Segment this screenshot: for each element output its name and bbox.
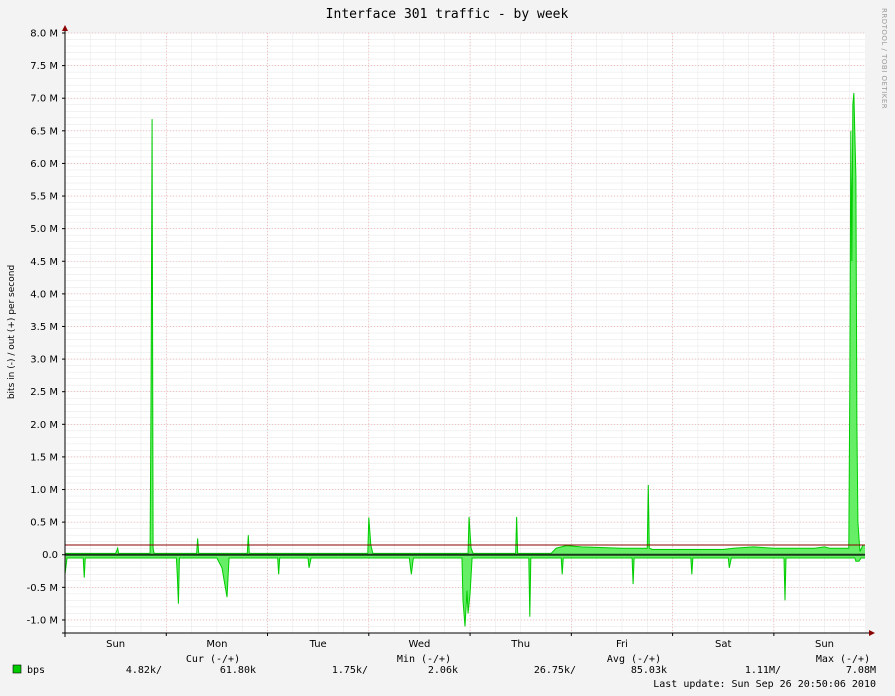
x-tick-label: Sun bbox=[106, 639, 125, 650]
watermark: RRDTOOL / TOBI OETIKER bbox=[880, 8, 888, 109]
y-tick-label: 0.0 bbox=[42, 550, 58, 561]
chart-canvas: Interface 301 traffic - by week RRDTOOL … bbox=[7, 7, 888, 690]
y-tick-label: 6.0 M bbox=[30, 159, 58, 170]
legend-avg-in: 26.75k/ bbox=[534, 665, 576, 676]
y-tick-label: 2.5 M bbox=[30, 387, 58, 398]
legend-min-out: 2.06k bbox=[428, 665, 458, 676]
y-tick-label: 4.5 M bbox=[30, 257, 58, 268]
y-tick-label: 1.5 M bbox=[30, 452, 58, 463]
y-tick-label: 5.0 M bbox=[30, 224, 58, 235]
x-tick-label: Tue bbox=[309, 639, 327, 650]
legend-min-in: 1.75k/ bbox=[332, 665, 368, 676]
y-tick-labels: 8.0 M 7.5 M 7.0 M 6.5 M 6.0 M 5.5 M 5.0 M 4.5 M… bbox=[27, 29, 58, 627]
legend-min-header: Min (-/+) bbox=[397, 654, 451, 665]
x-tick-labels: Sun Mon Tue Wed Thu Fri Sat Sun bbox=[106, 639, 834, 650]
last-update: Last update: Sun Sep 26 20:50:06 2010 bbox=[653, 679, 876, 690]
y-tick-label: 1.0 M bbox=[30, 485, 58, 496]
legend-max-out: 7.08M bbox=[846, 665, 876, 676]
y-tick-label: 3.0 M bbox=[30, 355, 58, 366]
y-tick-label: 5.5 M bbox=[30, 192, 58, 203]
y-tick-label: 3.5 M bbox=[30, 322, 58, 333]
legend-avg-header: Avg (-/+) bbox=[607, 654, 661, 665]
y-tick-label: -1.0 M bbox=[27, 615, 58, 626]
legend-cur-out: 61.80k bbox=[220, 665, 256, 676]
y-tick-label: 4.0 M bbox=[30, 289, 58, 300]
x-tick-label: Sun bbox=[815, 639, 834, 650]
y-tick-label: 7.5 M bbox=[30, 61, 58, 72]
y-tick-label: 0.5 M bbox=[30, 518, 58, 529]
y-axis-label: bits in (-) / out (+) per second bbox=[7, 265, 17, 399]
x-tick-label: Wed bbox=[409, 639, 431, 650]
legend-max-in: 1.11M/ bbox=[745, 665, 781, 676]
x-axis-arrow bbox=[869, 630, 875, 636]
y-tick-label: 7.0 M bbox=[30, 94, 58, 105]
legend: bps Cur (-/+) Min (-/+) Avg (-/+) Max (-… bbox=[12, 654, 876, 690]
legend-avg-out: 85.03k bbox=[631, 665, 667, 676]
chart-title: Interface 301 traffic - by week bbox=[326, 7, 569, 22]
x-tick-label: Thu bbox=[510, 639, 530, 650]
y-tick-label: 8.0 M bbox=[30, 29, 58, 40]
x-tick-label: Fri bbox=[616, 639, 628, 650]
x-tick-label: Sat bbox=[715, 639, 731, 650]
legend-max-header: Max (-/+) bbox=[816, 654, 870, 665]
x-tick-label: Mon bbox=[206, 639, 227, 650]
legend-cur-header: Cur (-/+) bbox=[186, 654, 240, 665]
y-tick-label: 6.5 M bbox=[30, 126, 58, 137]
legend-series-name: bps bbox=[27, 665, 45, 676]
y-axis-arrow bbox=[62, 25, 68, 31]
legend-cur-in: 4.82k/ bbox=[126, 665, 162, 676]
legend-swatch bbox=[12, 664, 22, 674]
y-tick-label: 2.0 M bbox=[30, 420, 58, 431]
y-tick-label: -0.5 M bbox=[27, 583, 58, 594]
